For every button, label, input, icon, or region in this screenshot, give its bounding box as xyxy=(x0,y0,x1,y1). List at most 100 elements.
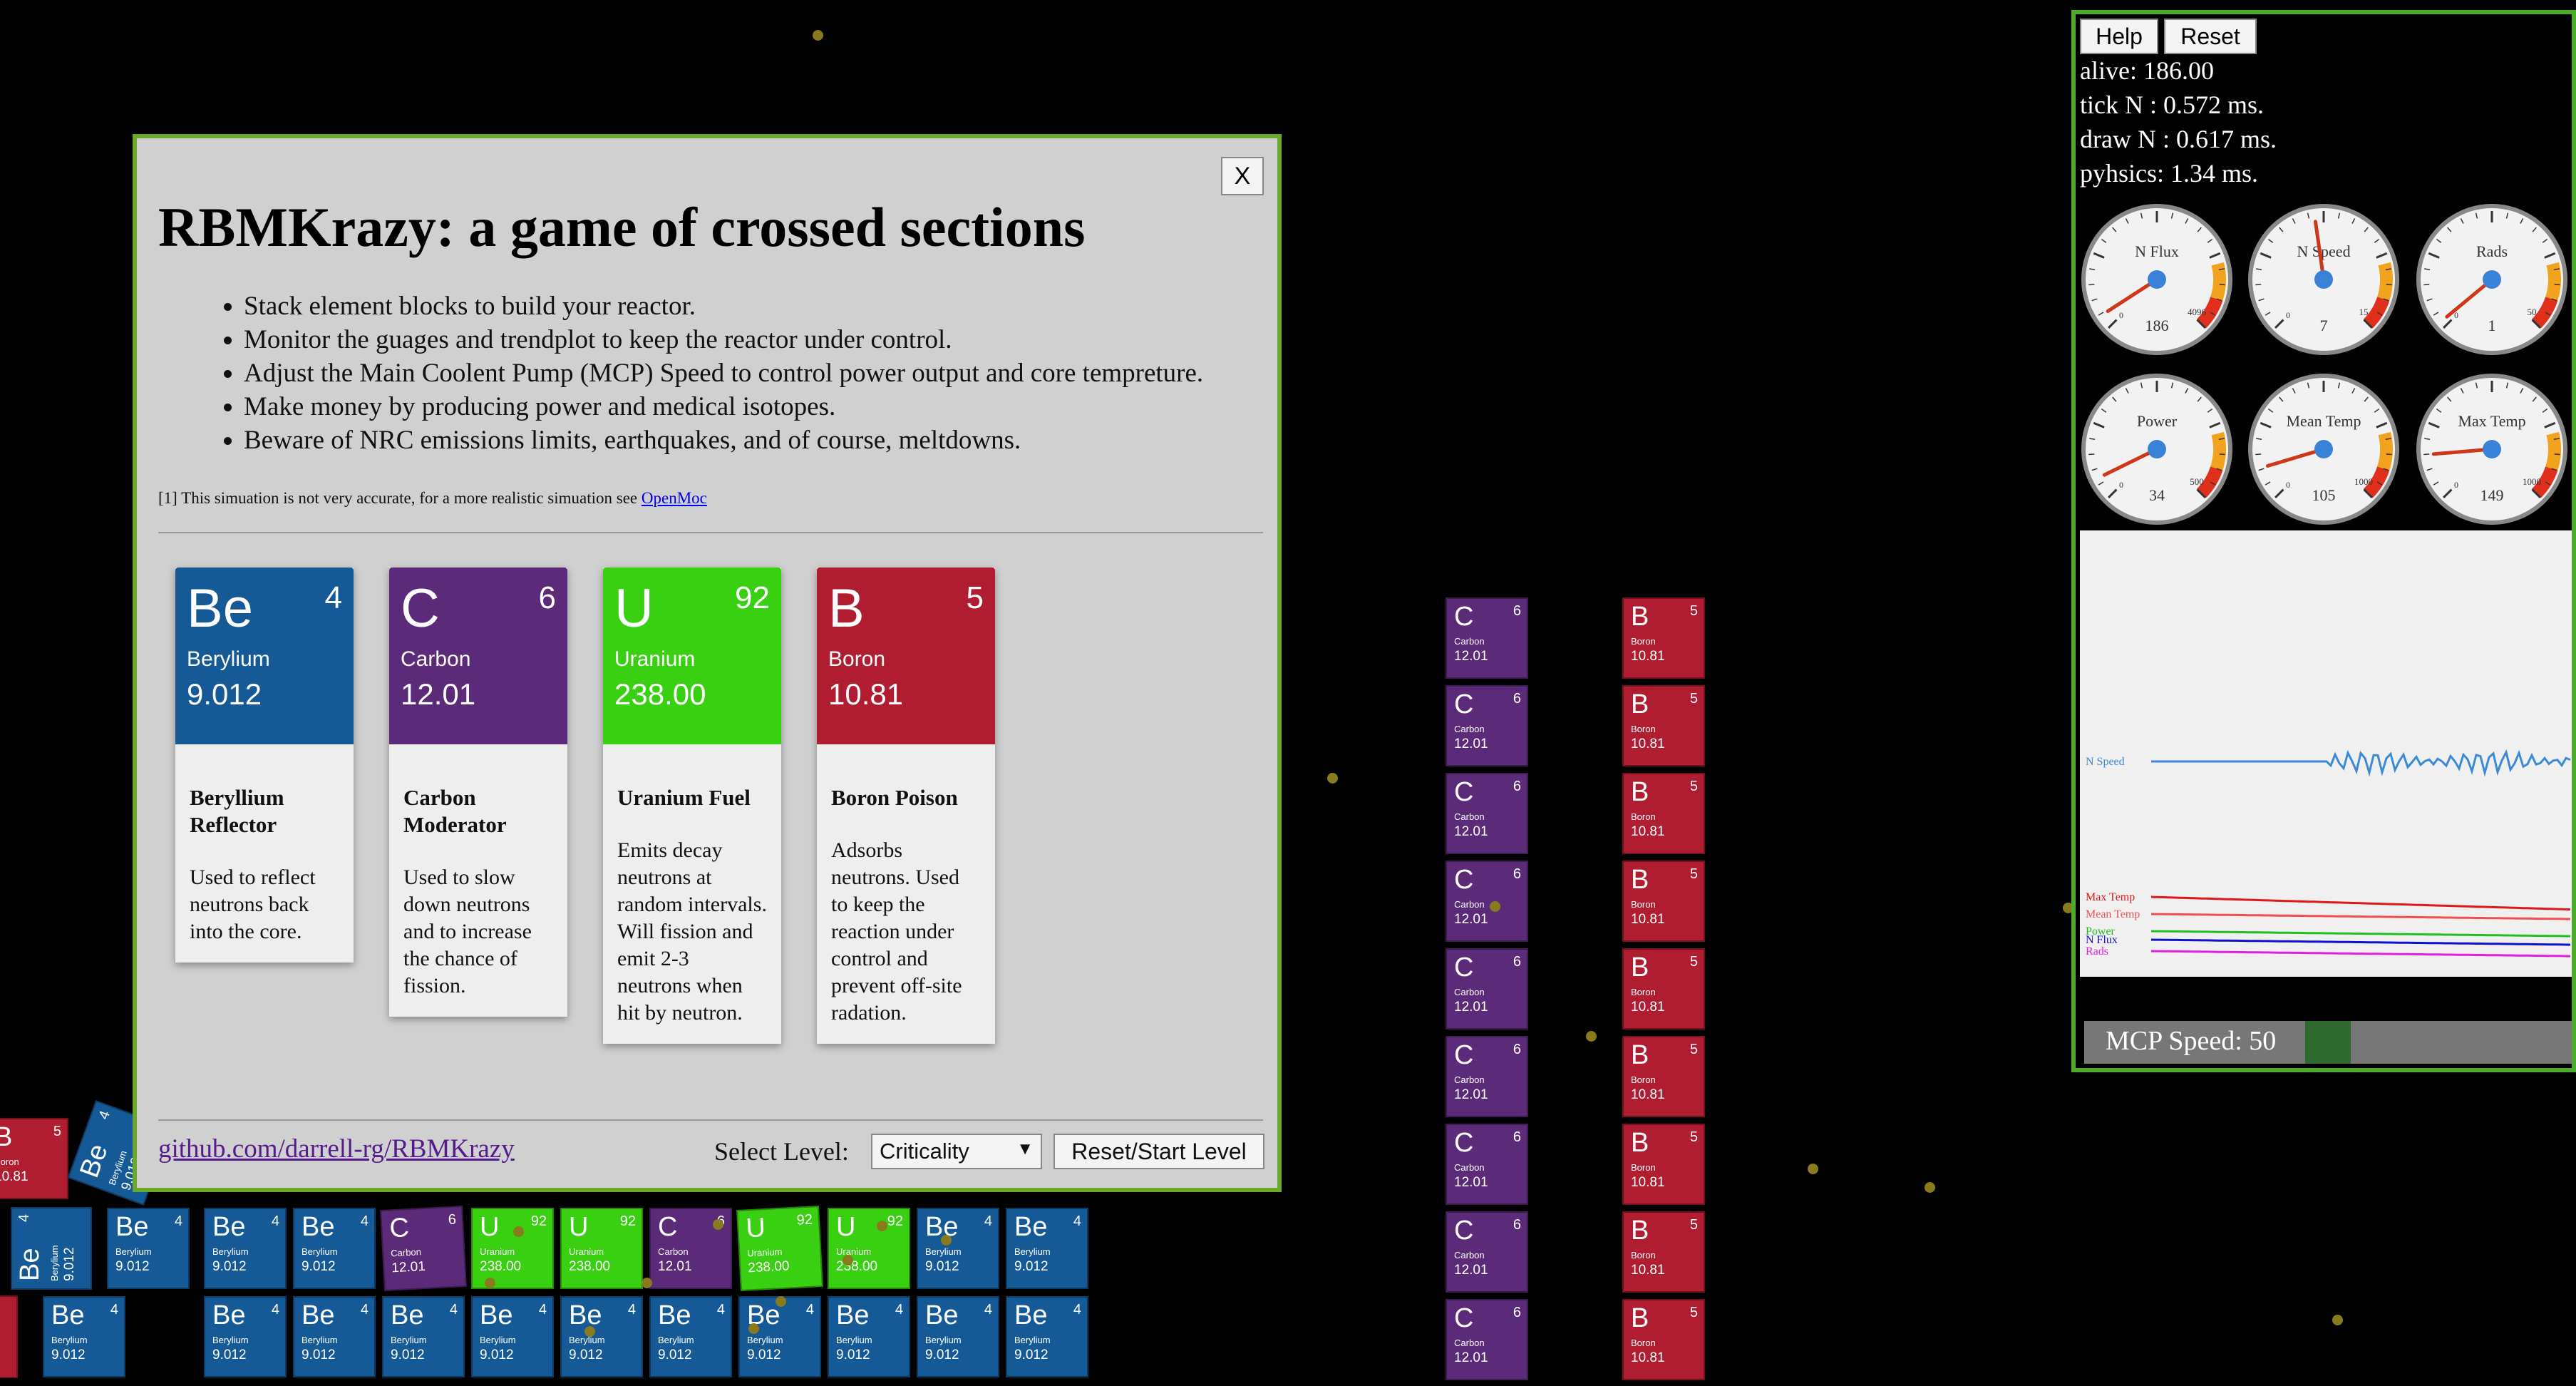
openmoc-link[interactable]: OpenMoc xyxy=(642,489,707,507)
block-symbol: B xyxy=(1631,689,1649,719)
element-block[interactable]: B5Boron10.81 xyxy=(0,1295,18,1378)
element-block[interactable]: Be4Berylium9.012 xyxy=(917,1208,999,1289)
block-number: 4 xyxy=(805,1302,814,1318)
block-mass: 9.012 xyxy=(302,1259,336,1274)
block-mass: 12.01 xyxy=(391,1258,426,1276)
neutron-dot xyxy=(813,30,823,41)
boron-card[interactable]: B 5 Boron 10.81 Boron Poison Adsorbs neu… xyxy=(817,568,995,1044)
github-link[interactable]: github.com/darrell-rg/RBMKrazy xyxy=(158,1134,515,1164)
close-dialog-button[interactable]: X xyxy=(1221,157,1264,195)
element-block[interactable]: Be4Berylium9.012 xyxy=(471,1296,554,1377)
block-number: 5 xyxy=(1689,1042,1698,1057)
trend-line xyxy=(2150,913,2571,920)
element-block[interactable]: Be4Berylium9.012 xyxy=(738,1296,821,1377)
reset-start-level-button[interactable]: Reset/Start Level xyxy=(1053,1134,1264,1169)
gauge-cluster: N Flux 0 4096 186 N Speed 0 15 7 Rads 0 50 1 Power 0 5… xyxy=(2081,204,2567,525)
block-number: 5 xyxy=(1689,1129,1698,1145)
block-name: Carbon xyxy=(1454,1338,1485,1348)
element-block[interactable]: Be4Berylium9.012 xyxy=(382,1296,465,1377)
element-block[interactable]: Be4Berylium9.012 xyxy=(1006,1296,1088,1377)
block-mass: 238.00 xyxy=(480,1259,522,1274)
beryllium-card[interactable]: Be 4 Berylium 9.012 Beryllium Reflector … xyxy=(175,568,354,962)
card-element-tile: Be 4 Berylium 9.012 xyxy=(175,568,354,744)
reset-button[interactable]: Reset xyxy=(2164,19,2257,54)
block-mass: 10.81 xyxy=(1631,736,1665,751)
element-block[interactable]: C6Carbon12.01 xyxy=(1446,685,1528,766)
block-number: 4 xyxy=(627,1302,636,1318)
element-block[interactable]: B5Boron10.81 xyxy=(1622,1036,1705,1117)
element-block[interactable]: Be4Berylium9.012 xyxy=(649,1296,732,1377)
element-block[interactable]: C6Carbon12.01 xyxy=(1446,1036,1528,1117)
block-mass: 12.01 xyxy=(1454,824,1488,839)
mcp-slider-handle[interactable] xyxy=(2305,1021,2351,1064)
block-name: Uranium xyxy=(746,1246,783,1259)
element-block[interactable]: B5Boron10.81 xyxy=(1622,685,1705,766)
block-number: 5 xyxy=(1689,603,1698,619)
element-block[interactable]: Be4Berylium9.012 xyxy=(204,1296,287,1377)
block-mass: 12.01 xyxy=(1454,1263,1488,1278)
carbon-card[interactable]: C 6 Carbon 12.01 Carbon Moderator Used t… xyxy=(389,568,567,1017)
element-block[interactable]: Be4Berylium9.012 xyxy=(293,1296,376,1377)
element-block[interactable]: C6Carbon12.01 xyxy=(1446,597,1528,679)
gauge-label: Mean Temp xyxy=(2287,412,2361,430)
element-block[interactable]: U 92 Uranium 238.00 xyxy=(560,1208,643,1289)
element-block[interactable]: Be4Berylium9.012 xyxy=(917,1296,999,1377)
element-block[interactable]: U 92 Uranium 238.00 xyxy=(828,1208,910,1289)
card-description: Used to reflect neutrons back into the c… xyxy=(190,866,316,943)
block-mass: 9.012 xyxy=(1014,1259,1049,1274)
block-mass: 9.012 xyxy=(212,1348,247,1362)
element-block[interactable]: Be4Berylium9.012 xyxy=(204,1208,287,1289)
block-number: 5 xyxy=(1689,691,1698,707)
level-select-value: Criticality xyxy=(880,1139,969,1164)
element-block[interactable]: Be4Berylium9.012 xyxy=(43,1296,125,1377)
element-block[interactable]: C6Carbon12.01 xyxy=(1446,1211,1528,1293)
neutron-dot xyxy=(1490,901,1500,912)
element-block[interactable]: B5Boron10.81 xyxy=(1622,1299,1705,1380)
element-block[interactable]: B5Boron10.81 xyxy=(1622,597,1705,679)
block-name: Uranium xyxy=(480,1246,515,1257)
gauge-max-label: 500 xyxy=(2190,476,2204,487)
help-button[interactable]: Help xyxy=(2080,19,2158,54)
element-block[interactable]: Be4Berylium9.012 xyxy=(293,1208,376,1289)
draw-stat: draw N : 0.617 ms. xyxy=(2080,125,2277,153)
gauge-max-temp: Max Temp 0 1000 149 xyxy=(2416,374,2567,525)
element-block[interactable]: U 92 Uranium 238.00 xyxy=(471,1208,554,1289)
gauge-n-flux: N Flux 0 4096 186 xyxy=(2081,204,2232,355)
element-block[interactable]: B5Boron10.81 xyxy=(1622,861,1705,942)
block-name: Carbon xyxy=(1454,987,1485,997)
block-number: 92 xyxy=(887,1213,903,1229)
element-block[interactable]: C6Carbon12.01 xyxy=(1446,861,1528,942)
level-select[interactable]: Criticality ▼ xyxy=(871,1134,1042,1169)
gauge-tick xyxy=(2386,284,2392,286)
element-block[interactable]: B5Boron10.81 xyxy=(1622,1211,1705,1293)
element-block[interactable]: B5Boron10.81 xyxy=(1622,773,1705,854)
element-block[interactable]: B5Boron10.81 xyxy=(0,1118,68,1199)
trend-line xyxy=(2151,749,2571,777)
block-number: 6 xyxy=(1513,1305,1521,1320)
mcp-speed-slider[interactable]: MCP Speed: 50 xyxy=(2084,1021,2572,1064)
element-block[interactable]: C6Carbon12.01 xyxy=(1446,773,1528,854)
element-block[interactable]: B5Boron10.81 xyxy=(1622,948,1705,1030)
block-symbol: U xyxy=(480,1212,500,1242)
block-mass: 9.012 xyxy=(836,1348,870,1362)
element-block[interactable]: U 92 Uranium 238.00 xyxy=(736,1206,823,1291)
element-block[interactable]: C6Carbon12.01 xyxy=(1446,1124,1528,1205)
gauge-label: Max Temp xyxy=(2458,412,2525,430)
element-block[interactable]: C6Carbon12.01 xyxy=(1446,948,1528,1030)
block-number: 4 xyxy=(271,1213,279,1229)
uranium-card[interactable]: U 92 Uranium 238.00 Uranium Fuel Emits d… xyxy=(603,568,781,1044)
element-block[interactable]: Be4Berylium9.012 xyxy=(828,1296,910,1377)
trend-line xyxy=(2150,950,2571,958)
element-block[interactable]: C6Carbon12.01 xyxy=(1446,1299,1528,1380)
element-block[interactable]: Be4Berylium9.012 xyxy=(1006,1208,1088,1289)
block-name: Boron xyxy=(1631,1338,1656,1348)
element-block[interactable]: Be4Berylium9.012 xyxy=(107,1208,190,1289)
element-block[interactable]: B5Boron10.81 xyxy=(1622,1124,1705,1205)
block-mass: 12.01 xyxy=(1454,1350,1488,1365)
element-block[interactable]: Be4Berylium9.012 xyxy=(11,1207,92,1290)
element-block[interactable]: Be4Berylium9.012 xyxy=(560,1296,643,1377)
block-mass: 10.81 xyxy=(1631,1000,1665,1015)
element-block[interactable]: C6Carbon12.01 xyxy=(380,1206,467,1291)
block-name: Boron xyxy=(1631,899,1656,910)
block-symbol: B xyxy=(1631,602,1649,632)
